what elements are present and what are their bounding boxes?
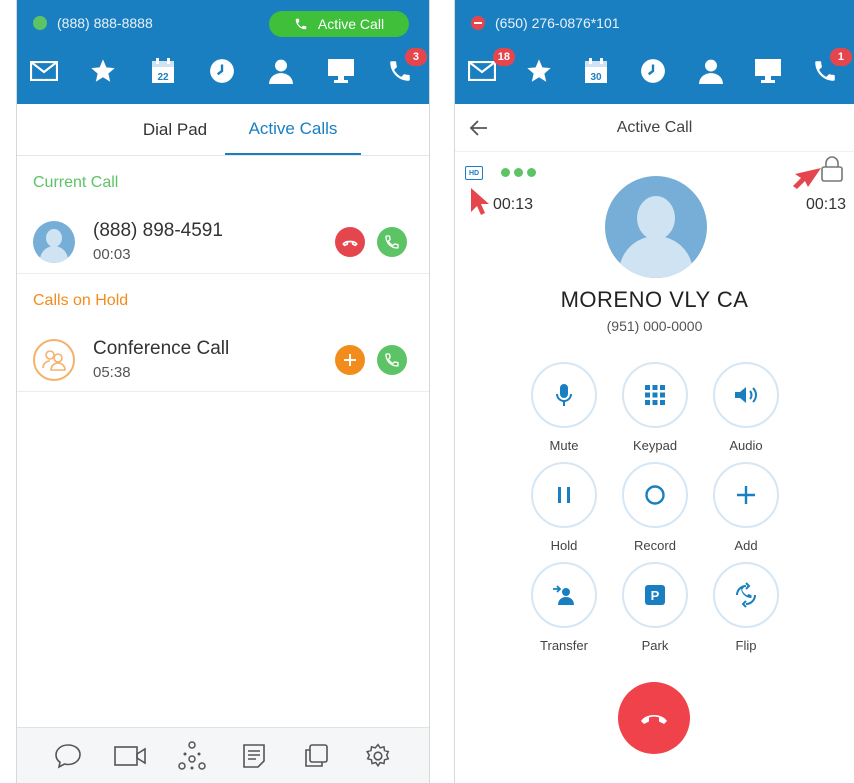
hub-icon[interactable] [176, 740, 208, 772]
conference-icon [33, 338, 75, 381]
notes-icon[interactable] [238, 740, 270, 772]
phone-icon [385, 353, 399, 367]
clock-icon[interactable] [207, 56, 237, 86]
end-call-button[interactable] [335, 227, 365, 257]
copy-icon[interactable] [300, 740, 332, 772]
phone-badge: 3 [404, 48, 427, 66]
transfer-button[interactable]: Transfer [529, 562, 599, 653]
top-bar: (888) 888-8888 Active Call 22 3 [17, 0, 429, 104]
park-button[interactable]: P Park [620, 562, 690, 653]
active-call-screen: (650) 276-0876*101 18 30 1 Active Call H… [454, 0, 854, 783]
bottom-toolbar [17, 727, 429, 783]
monitor-icon[interactable] [753, 56, 783, 86]
mail-badge: 18 [492, 48, 515, 66]
call-timer-left: 00:13 [493, 196, 534, 213]
active-call-button[interactable]: Active Call [269, 11, 409, 37]
keypad-button[interactable]: Keypad [620, 362, 690, 453]
plus-icon [737, 486, 755, 504]
top-bar: (650) 276-0876*101 18 30 1 [455, 0, 854, 104]
status-row: (650) 276-0876*101 [471, 11, 844, 35]
hangup-icon [641, 715, 667, 724]
held-call-duration: 05:38 [93, 364, 131, 381]
phone-icon[interactable]: 3 [385, 48, 427, 86]
avatar [33, 220, 75, 263]
page-title: Active Call [616, 118, 693, 136]
phone-icon[interactable]: 1 [810, 48, 852, 86]
parking-icon: P [645, 585, 665, 605]
do-not-disturb-icon [471, 16, 485, 30]
monitor-icon[interactable] [326, 56, 356, 86]
call-tabs: Dial Pad Active Calls [17, 104, 429, 156]
contacts-icon[interactable] [696, 56, 726, 86]
current-call-number: (888) 898-4591 [93, 220, 223, 241]
flip-icon [736, 582, 756, 608]
merge-call-button[interactable] [335, 345, 365, 375]
mail-icon[interactable]: 18 [467, 48, 515, 86]
contact-avatar [605, 176, 707, 278]
nav-icon-row: 22 3 [29, 48, 427, 86]
star-icon[interactable] [88, 56, 118, 86]
calendar-icon[interactable]: 30 [581, 56, 611, 86]
phone-icon [295, 18, 307, 30]
calendar-icon[interactable]: 22 [148, 56, 178, 86]
hangup-button[interactable] [618, 682, 690, 754]
calendar-day: 30 [591, 72, 603, 83]
active-call-label: Active Call [317, 16, 385, 32]
active-calls-panel: (888) 888-8888 Active Call 22 3 Dial Pad… [16, 0, 430, 783]
hold-button[interactable]: Hold [529, 462, 599, 553]
clock-icon[interactable] [638, 56, 668, 86]
calendar-day: 22 [157, 72, 169, 83]
hd-audio-icon: HD [465, 166, 483, 180]
pause-icon [558, 487, 570, 503]
speaker-icon [735, 387, 757, 403]
call-header: Active Call [455, 104, 854, 152]
contacts-icon[interactable] [266, 56, 296, 86]
flip-button[interactable]: Flip [711, 562, 781, 653]
settings-icon[interactable] [362, 740, 394, 772]
chat-icon[interactable] [52, 740, 84, 772]
contact-number: (951) 000-0000 [606, 318, 703, 334]
back-arrow-icon[interactable] [467, 116, 491, 140]
tab-active-calls[interactable]: Active Calls [225, 104, 361, 155]
mail-icon[interactable] [29, 56, 59, 86]
call-timer-right: 00:13 [805, 196, 846, 213]
record-button[interactable]: Record [620, 462, 690, 553]
current-call-row[interactable]: (888) 898-4591 00:03 [17, 210, 429, 274]
pointer-arrow-icon [471, 188, 489, 215]
video-icon[interactable] [114, 740, 146, 772]
calls-on-hold-heading: Calls on Hold [33, 292, 129, 309]
current-call-heading: Current Call [33, 174, 119, 191]
contact-name: MORENO VLY CA [560, 287, 749, 312]
star-icon[interactable] [524, 56, 554, 86]
audio-button[interactable]: Audio [711, 362, 781, 453]
microphone-icon [556, 384, 572, 406]
transfer-icon [553, 585, 574, 605]
status-number: (888) 888-8888 [57, 15, 153, 31]
resume-call-button[interactable] [377, 345, 407, 375]
held-call-row[interactable]: Conference Call 05:38 [17, 328, 429, 392]
current-call-duration: 00:03 [93, 246, 131, 263]
svg-text:P: P [651, 588, 660, 603]
phone-icon [385, 235, 399, 249]
pointer-arrow-icon [793, 168, 821, 189]
mute-button[interactable]: Mute [529, 362, 599, 453]
status-number: (650) 276-0876*101 [495, 15, 620, 31]
answer-call-button[interactable] [377, 227, 407, 257]
hangup-icon [342, 240, 358, 247]
phone-badge: 1 [829, 48, 852, 66]
plus-icon [344, 354, 356, 366]
lock-icon[interactable] [820, 156, 844, 182]
status-online-icon [33, 16, 47, 30]
add-call-button[interactable]: Add [711, 462, 781, 553]
tab-dial-pad[interactable]: Dial Pad [119, 104, 231, 155]
record-icon [645, 485, 665, 505]
held-call-name: Conference Call [93, 338, 230, 359]
call-quality-indicator [501, 168, 536, 177]
nav-icon-row: 18 30 1 [467, 48, 852, 86]
status-row: (888) 888-8888 Active Call [33, 11, 419, 37]
keypad-icon [645, 385, 665, 405]
